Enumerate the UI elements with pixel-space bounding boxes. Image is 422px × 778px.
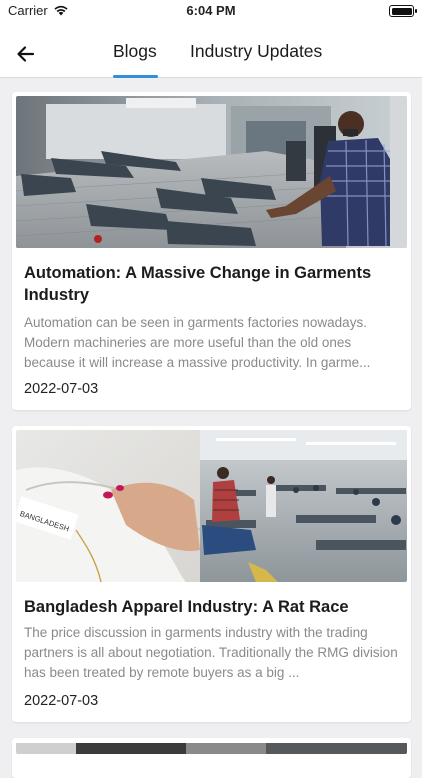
blog-image <box>16 96 407 248</box>
blog-card[interactable]: BANGLADESH Bangladesh Apparel Industry: … <box>12 426 411 722</box>
blog-image: BANGLADESH <box>16 430 407 582</box>
blog-title[interactable]: Bangladesh Apparel Industry: A Rat Race <box>24 596 394 618</box>
blog-image <box>16 742 407 754</box>
blog-title[interactable]: Automation: A Massive Change in Garments… <box>24 262 394 306</box>
tab-blogs[interactable]: Blogs <box>113 41 157 62</box>
blog-excerpt: Automation can be seen in garments facto… <box>24 315 371 370</box>
blog-date: 2022-07-03 <box>24 381 99 397</box>
back-arrow-icon[interactable] <box>12 40 40 68</box>
clock: 6:04 PM <box>186 3 236 18</box>
blog-date: 2022-07-03 <box>24 693 99 709</box>
active-tab-indicator <box>113 75 158 78</box>
tab-industry-updates[interactable]: Industry Updates <box>190 41 322 62</box>
blog-card[interactable]: Automation: A Massive Change in Garments… <box>12 92 411 410</box>
battery-icon <box>389 5 417 17</box>
app-header: Blogs Industry Updates <box>0 22 422 78</box>
blog-card[interactable] <box>12 738 411 778</box>
status-bar: Carrier 6:04 PM <box>0 0 422 22</box>
blog-excerpt: The price discussion in garments industr… <box>24 625 398 680</box>
